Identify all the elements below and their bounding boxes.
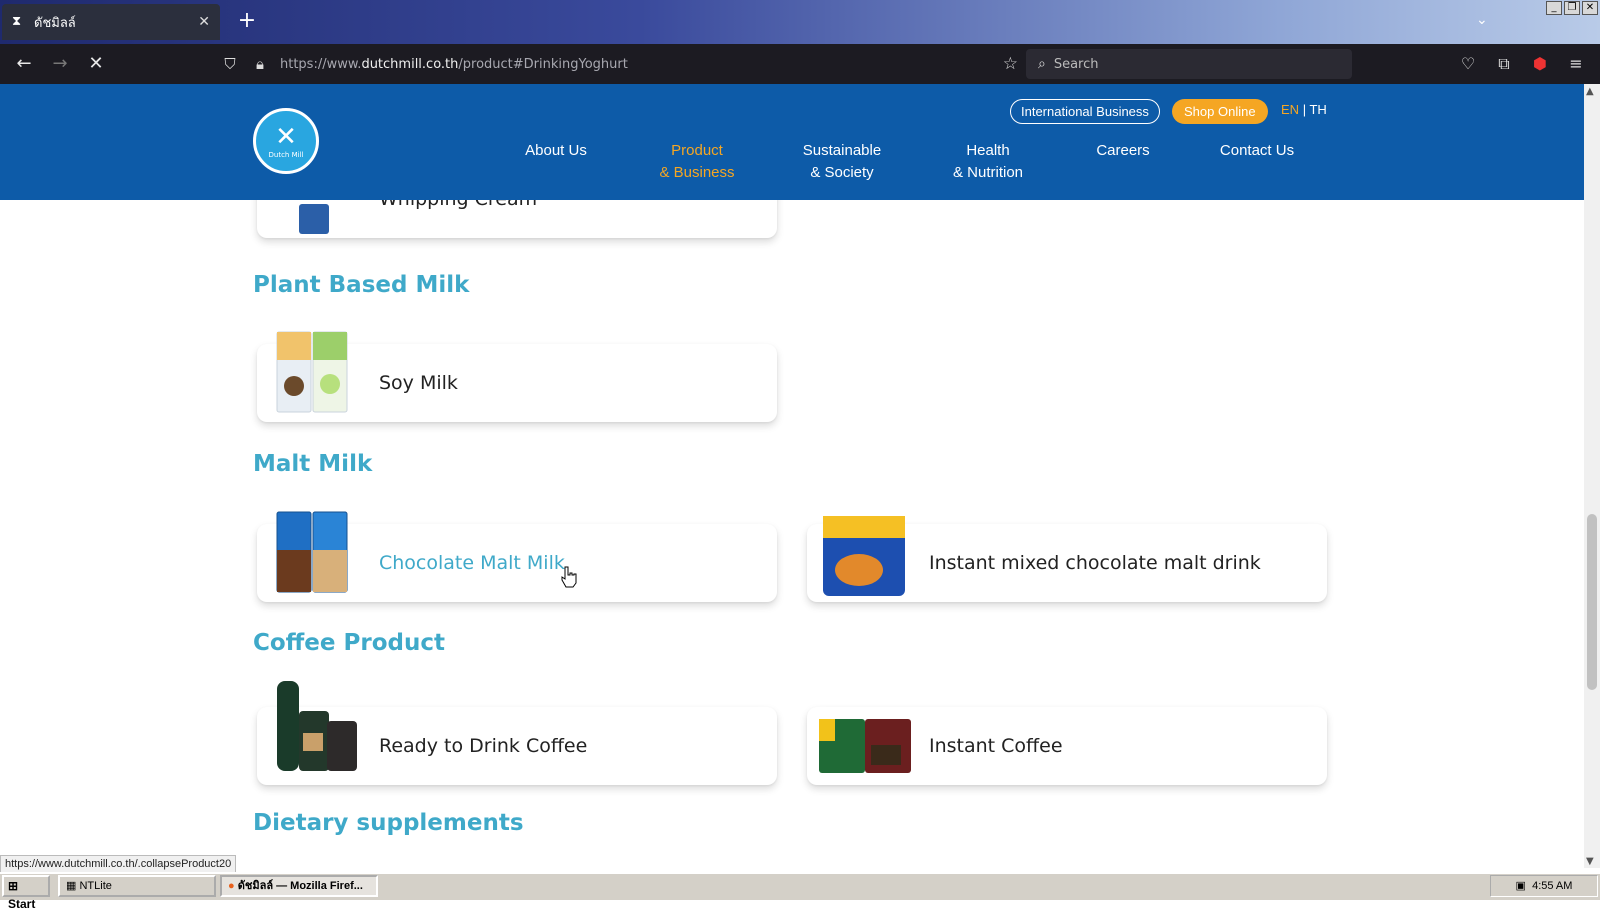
language-switcher: EN | TH (1281, 102, 1327, 117)
logo-text: Dutch Mill (268, 151, 304, 159)
new-tab-button[interactable]: + (234, 8, 260, 34)
site-header (0, 84, 1584, 200)
international-business-button[interactable]: International Business (1010, 99, 1160, 124)
url-path: /product#DrinkingYoghurt (458, 56, 628, 72)
lang-th-link[interactable]: TH (1309, 102, 1326, 117)
nav-contact-us[interactable]: Contact Us (1212, 140, 1302, 162)
section-title-malt-milk: Malt Milk (253, 451, 373, 477)
url-domain: dutchmill.co.th (361, 56, 459, 72)
back-arrow-icon[interactable]: ← (12, 52, 36, 76)
clock[interactable]: 4:55 AM (1532, 880, 1572, 892)
nav-health-label-1: Health (966, 142, 1010, 159)
scroll-up-arrow-icon[interactable]: ▲ (1586, 86, 1594, 97)
instant-coffee-image (819, 719, 911, 773)
instant-malt-drink-image (823, 516, 905, 596)
hamburger-menu-icon[interactable]: ≡ (1564, 52, 1588, 76)
taskbar-item-ntlite[interactable]: ▦ NTLite (58, 875, 216, 897)
product-name: Instant mixed chocolate malt drink (929, 552, 1261, 574)
scrollbar-thumb[interactable] (1587, 514, 1597, 690)
taskbar-item-label: ดัชมิลล์ — Mozilla Firef... (237, 880, 363, 892)
url-prefix: https://www. (280, 56, 362, 72)
restore-window-button[interactable]: ❐ (1564, 1, 1580, 15)
window-controls: _ ❐ ✕ (1546, 1, 1598, 15)
whipping-cream-image (299, 204, 329, 234)
hand-cursor-icon (561, 566, 577, 588)
link-status-preview: https://www.dutchmill.co.th/.collapsePro… (0, 855, 237, 873)
ntlite-icon: ▦ (66, 880, 77, 892)
product-name: Instant Coffee (929, 735, 1063, 757)
product-name: Chocolate Malt Milk (379, 552, 565, 574)
browser-tab[interactable]: ⧗ ดัชมิลล์ ✕ (2, 4, 220, 40)
nav-health-label-2: & Nutrition (952, 164, 1024, 181)
tab-title: ดัชมิลล์ (34, 15, 76, 31)
tracking-shield-icon[interactable]: ⛉ (220, 55, 240, 73)
firefox-icon: ● (228, 880, 235, 892)
search-icon: ⌕ (1038, 56, 1046, 72)
start-label: Start (8, 897, 36, 911)
bookmark-star-icon[interactable]: ☆ (1003, 54, 1018, 74)
section-title-coffee: Coffee Product (253, 630, 445, 656)
page-scrollbar[interactable] (1584, 84, 1600, 868)
product-card-chocolate-malt-milk[interactable]: Chocolate Malt Milk (257, 511, 777, 602)
lang-separator: | (1302, 102, 1307, 117)
scroll-down-arrow-icon[interactable]: ▼ (1586, 856, 1594, 867)
nav-product-business[interactable]: Product & Business (651, 140, 743, 184)
section-title-dietary-supplements: Dietary supplements (253, 810, 524, 836)
stop-loading-icon[interactable]: ✕ (84, 52, 108, 76)
url-text[interactable]: https://www.dutchmill.co.th/product#Drin… (280, 57, 1003, 72)
windmill-icon: ✕ (275, 122, 297, 152)
nav-sustainable-label-2: & Society (810, 164, 874, 181)
nav-about-us-label: About Us (525, 142, 587, 159)
dutch-mill-logo[interactable]: ✕ Dutch Mill (253, 108, 319, 174)
product-name: Ready to Drink Coffee (379, 735, 588, 757)
tab-close-icon[interactable]: ✕ (198, 14, 210, 30)
hourglass-favicon-icon: ⧗ (12, 14, 22, 29)
nav-careers-label: Careers (1096, 142, 1150, 159)
extensions-icon[interactable]: ⧉ (1492, 52, 1516, 76)
taskbar-item-label: NTLite (79, 880, 112, 892)
nav-about-us[interactable]: About Us (516, 140, 596, 162)
minimize-window-button[interactable]: _ (1546, 1, 1562, 15)
forward-arrow-icon[interactable]: → (48, 52, 72, 76)
pocket-icon[interactable]: ♡ (1456, 52, 1480, 76)
section-title-plant-based: Plant Based Milk (253, 272, 470, 298)
nav-sustainable-label-1: Sustainable (802, 142, 882, 159)
chocolate-malt-milk-image (276, 511, 348, 593)
shop-online-button[interactable]: Shop Online (1172, 99, 1268, 124)
search-placeholder: Search (1053, 56, 1099, 72)
product-card-ready-to-drink-coffee[interactable]: Ready to Drink Coffee (257, 681, 777, 785)
product-name: Whipping Cream (379, 200, 537, 238)
nav-contact-label: Contact Us (1219, 142, 1295, 159)
windows-flag-icon: ⊞ (8, 879, 19, 893)
taskbar-item-firefox[interactable]: ● ดัชมิลล์ — Mozilla Firef... (220, 875, 378, 897)
nav-health-nutrition[interactable]: Health & Nutrition (942, 140, 1034, 184)
nav-sustainable-society[interactable]: Sustainable & Society (794, 140, 890, 184)
address-bar[interactable]: ⛉ 🔒︎ https://www.dutchmill.co.th/product… (210, 49, 1028, 79)
nav-product-label-1: Product (671, 142, 723, 159)
product-card-whipping-cream[interactable]: Whipping Cream (257, 200, 777, 238)
system-tray: ▣ 4:55 AM (1490, 875, 1598, 897)
product-card-instant-malt-drink[interactable]: Instant mixed chocolate malt drink (807, 516, 1327, 602)
product-name: Soy Milk (379, 372, 458, 394)
lang-en-link[interactable]: EN (1281, 102, 1299, 117)
start-button[interactable]: ⊞ Start (2, 875, 50, 911)
product-card-soy-milk[interactable]: Soy Milk (257, 331, 777, 422)
close-window-button[interactable]: ✕ (1582, 1, 1598, 15)
nav-careers[interactable]: Careers (1090, 140, 1156, 162)
ublock-icon[interactable]: ⬢ (1528, 52, 1552, 76)
padlock-icon[interactable]: 🔒︎ (250, 55, 270, 73)
product-card-instant-coffee[interactable]: Instant Coffee (807, 707, 1327, 785)
search-bar[interactable]: ⌕ Search (1026, 49, 1352, 79)
nav-product-label-2: & Business (659, 164, 735, 181)
product-list: Whipping Cream Plant Based Milk Soy Milk… (0, 200, 1584, 868)
tab-list-chevron-icon[interactable]: ⌄ (1476, 12, 1488, 28)
soy-milk-image (276, 331, 348, 413)
ready-to-drink-coffee-image (277, 681, 357, 771)
network-icon[interactable]: ▣ (1516, 880, 1526, 892)
